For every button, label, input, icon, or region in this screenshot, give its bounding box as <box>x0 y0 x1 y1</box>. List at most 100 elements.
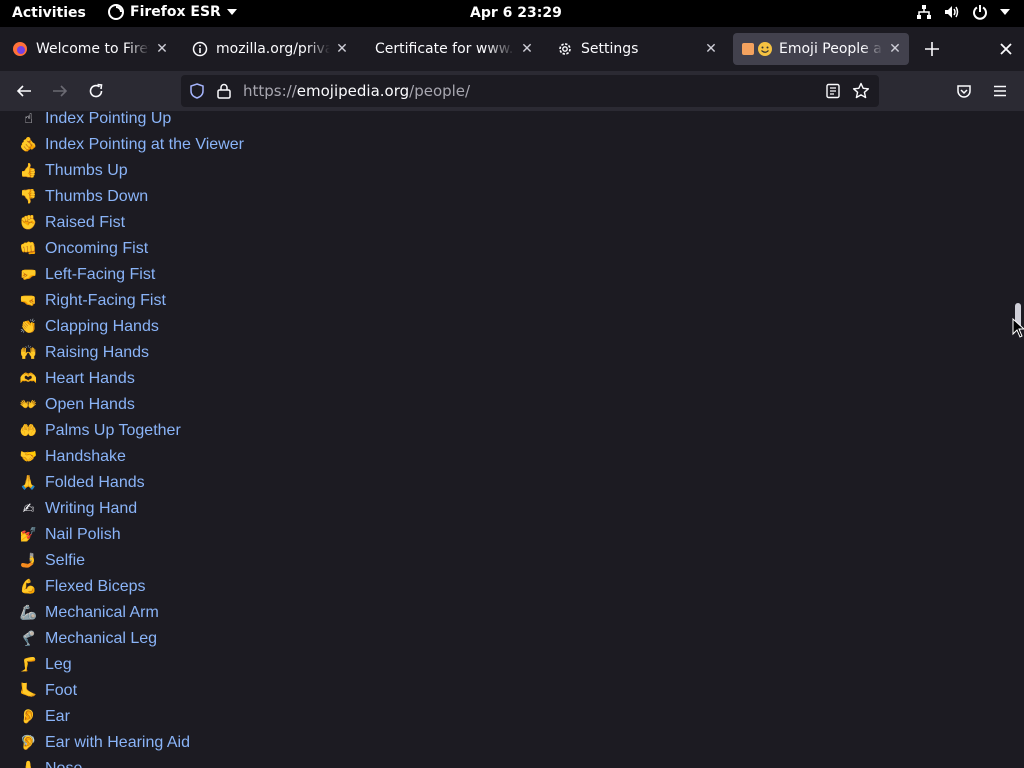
tracking-protection-shield-icon[interactable] <box>189 83 205 99</box>
emoji-link[interactable]: Foot <box>45 682 77 700</box>
mouse-cursor-icon <box>1012 318 1024 338</box>
emoji-list-item: 🙏 Folded Hands <box>20 470 244 496</box>
tab-title: Certificate for www.mozilla.org <box>375 41 515 57</box>
emoji-link[interactable]: Nose <box>45 760 82 768</box>
emoji-link[interactable]: Heart Hands <box>45 370 135 388</box>
emoji-glyph-icon: 🦿 <box>19 631 38 647</box>
emoji-glyph-icon: 🦾 <box>19 605 38 621</box>
emoji-list-item: 🫵 Index Pointing at the Viewer <box>20 132 244 158</box>
emoji-list-item: 🤲 Palms Up Together <box>20 418 244 444</box>
close-icon[interactable]: ✕ <box>334 41 350 57</box>
activities-button[interactable]: Activities <box>12 5 86 21</box>
app-menu-button[interactable] <box>988 79 1012 103</box>
emojipedia-icon <box>741 41 773 57</box>
tab-title: mozilla.org/privacy <box>216 41 330 57</box>
url-host: emojipedia.org <box>296 82 410 100</box>
emoji-link[interactable]: Ear <box>45 708 70 726</box>
emoji-link[interactable]: Leg <box>45 656 72 674</box>
emoji-glyph-icon: ✍ <box>22 501 35 517</box>
emoji-glyph-icon: 👐 <box>19 397 38 413</box>
emoji-link[interactable]: Thumbs Down <box>45 188 148 206</box>
emoji-glyph-icon: 💅 <box>19 527 38 543</box>
hamburger-menu-icon <box>994 85 1006 97</box>
emoji-glyph-icon: 🫵 <box>19 137 38 153</box>
arrow-right-icon <box>53 85 68 97</box>
power-icon <box>973 5 987 20</box>
emoji-link[interactable]: Index Pointing Up <box>45 111 171 128</box>
system-top-bar: Activities Firefox ESR Apr 6 23:29 <box>0 0 1024 27</box>
tab-title: Settings <box>581 41 639 57</box>
reload-icon <box>89 83 103 98</box>
emoji-glyph-icon: 👊 <box>19 241 38 257</box>
forward-button[interactable] <box>48 79 72 103</box>
tab-strip: Welcome to Firefox ✕ mozilla.org/privacy… <box>0 27 1024 71</box>
info-icon <box>192 41 208 57</box>
lock-icon[interactable] <box>217 83 231 99</box>
app-menu[interactable]: Firefox ESR <box>108 4 237 20</box>
emoji-list-item: 🤝 Handshake <box>20 444 244 470</box>
emoji-list-item: 🦻 Ear with Hearing Aid <box>20 730 244 756</box>
emoji-link[interactable]: Writing Hand <box>45 500 137 518</box>
gear-icon <box>557 41 573 57</box>
emoji-link[interactable]: Mechanical Leg <box>45 630 157 648</box>
emoji-glyph-icon: 🤛 <box>19 267 38 283</box>
emoji-list-item: 💪 Flexed Biceps <box>20 574 244 600</box>
reload-button[interactable] <box>84 79 108 103</box>
bookmark-star-icon[interactable] <box>852 82 870 100</box>
emoji-glyph-icon: 👍 <box>19 163 38 179</box>
tab-privacy[interactable]: mozilla.org/privacy ✕ <box>184 33 356 65</box>
emoji-link[interactable]: Nail Polish <box>45 526 121 544</box>
emoji-link[interactable]: Oncoming Fist <box>45 240 148 258</box>
emoji-link[interactable]: Palms Up Together <box>45 422 181 440</box>
tab-settings[interactable]: Settings ✕ <box>549 33 725 65</box>
emoji-link[interactable]: Mechanical Arm <box>45 604 159 622</box>
url-scheme: https:// <box>243 82 297 100</box>
emoji-glyph-icon: 🙌 <box>19 345 38 361</box>
pocket-button[interactable] <box>952 79 976 103</box>
back-button[interactable] <box>12 79 36 103</box>
clock[interactable]: Apr 6 23:29 <box>470 5 562 21</box>
emoji-link[interactable]: Index Pointing at the Viewer <box>45 136 244 154</box>
emoji-list-item: 👏 Clapping Hands <box>20 314 244 340</box>
close-icon[interactable]: ✕ <box>887 41 903 57</box>
emoji-link[interactable]: Left-Facing Fist <box>45 266 155 284</box>
emoji-link[interactable]: Handshake <box>45 448 126 466</box>
emoji-list-item: 👎 Thumbs Down <box>20 184 244 210</box>
volume-icon <box>945 6 959 18</box>
emoji-glyph-icon: 👎 <box>19 189 38 205</box>
new-tab-button[interactable] <box>920 37 944 61</box>
emoji-list-item: 🤳 Selfie <box>20 548 244 574</box>
url-bar[interactable]: https://emojipedia.org/people/ <box>181 75 879 107</box>
chevron-down-icon <box>226 9 237 15</box>
emoji-link[interactable]: Open Hands <box>45 396 135 414</box>
emoji-link[interactable]: Right-Facing Fist <box>45 292 166 310</box>
pocket-icon <box>957 85 971 98</box>
emoji-glyph-icon: 🦵 <box>19 657 38 673</box>
plus-icon <box>925 42 939 56</box>
emoji-list-item: 🦶 Foot <box>20 678 244 704</box>
reader-view-icon[interactable] <box>825 83 841 99</box>
chevron-down-icon <box>1000 9 1010 15</box>
navigation-toolbar: https://emojipedia.org/people/ <box>0 71 1024 111</box>
url-text[interactable]: https://emojipedia.org/people/ <box>243 82 470 100</box>
emoji-link[interactable]: Folded Hands <box>45 474 145 492</box>
close-window-button[interactable] <box>994 37 1018 61</box>
emoji-link[interactable]: Ear with Hearing Aid <box>45 734 190 752</box>
system-tray[interactable] <box>916 4 1010 20</box>
emoji-link[interactable]: Clapping Hands <box>45 318 159 336</box>
close-icon[interactable]: ✕ <box>703 41 719 57</box>
emoji-link[interactable]: Selfie <box>45 552 85 570</box>
tab-certificate[interactable]: Certificate for www.mozilla.org ✕ <box>365 33 541 65</box>
tab-emoji-people[interactable]: Emoji People and Body ✕ <box>733 33 909 65</box>
firefox-app-icon <box>108 4 124 20</box>
emoji-link[interactable]: Raised Fist <box>45 214 125 232</box>
emoji-list-item: 🦵 Leg <box>20 652 244 678</box>
tab-title: Welcome to Firefox <box>36 41 150 57</box>
close-icon[interactable]: ✕ <box>519 41 535 57</box>
emoji-link[interactable]: Raising Hands <box>45 344 149 362</box>
emoji-link[interactable]: Flexed Biceps <box>45 578 146 596</box>
close-icon[interactable]: ✕ <box>154 41 170 57</box>
emoji-list-item: 🤜 Right-Facing Fist <box>20 288 244 314</box>
tab-welcome[interactable]: Welcome to Firefox ✕ <box>4 33 176 65</box>
emoji-link[interactable]: Thumbs Up <box>45 162 128 180</box>
